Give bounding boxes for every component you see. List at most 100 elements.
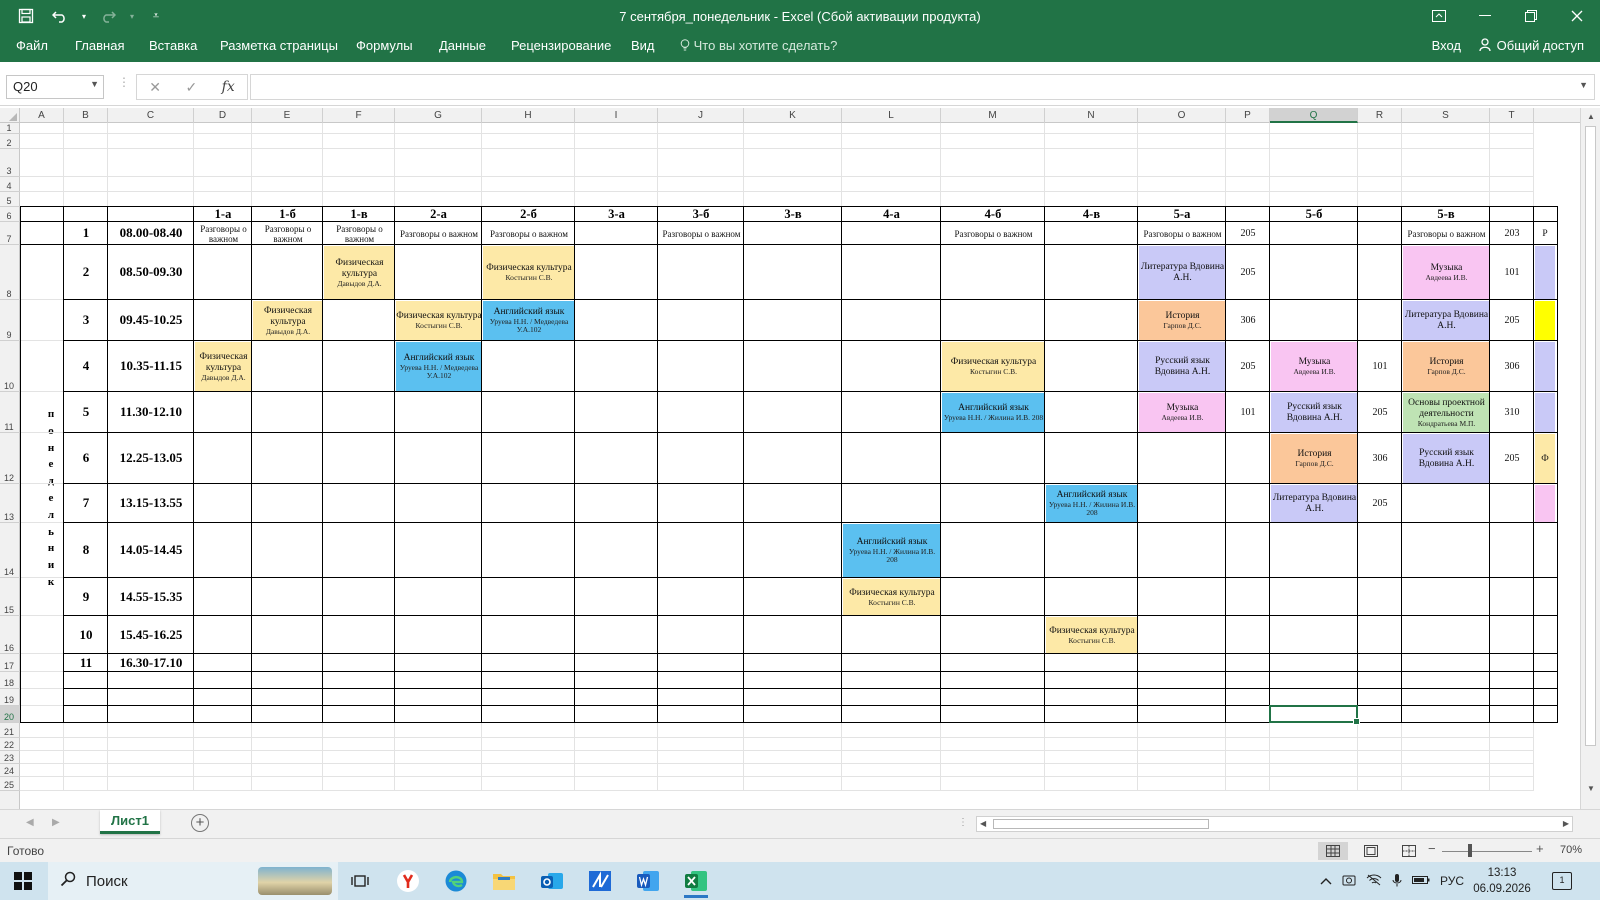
tab-file[interactable]: Файл: [16, 38, 48, 53]
lesson-cell[interactable]: Разговоры о важном: [1139, 223, 1226, 245]
scroll-down-icon[interactable]: ▼: [1581, 784, 1600, 793]
zoom-track[interactable]: [1442, 851, 1532, 852]
formula-input[interactable]: ▼: [250, 74, 1595, 100]
zoom-out-icon[interactable]: −: [1428, 841, 1436, 856]
lesson-cell[interactable]: Литература Вдовина А.Н.: [1271, 485, 1358, 523]
row-header-16[interactable]: 16: [0, 616, 20, 654]
edge-cell[interactable]: Ф: [1535, 434, 1555, 484]
lesson-cell[interactable]: Физическая культура Костыгин С.В.: [396, 301, 482, 341]
battery-icon[interactable]: [1412, 874, 1430, 888]
column-header-a[interactable]: A: [20, 108, 64, 123]
lesson-cell[interactable]: Музыка Авдеева И.В.: [1403, 246, 1490, 300]
lesson-cell[interactable]: Английский язык Уруева Н.Н. / Жилина И.В.…: [843, 524, 941, 578]
scroll-right-icon[interactable]: ▶: [1563, 817, 1569, 831]
edge-cell[interactable]: [1535, 485, 1555, 523]
column-header-m[interactable]: M: [941, 108, 1045, 123]
column-header-d[interactable]: D: [194, 108, 252, 123]
row-header-3[interactable]: 3: [0, 149, 20, 177]
restore-icon[interactable]: [1508, 0, 1554, 32]
edge-cell[interactable]: [1535, 393, 1555, 433]
edge-cell[interactable]: [1535, 301, 1555, 341]
column-header-f[interactable]: F: [323, 108, 395, 123]
normal-view-icon[interactable]: [1318, 842, 1348, 860]
lesson-cell[interactable]: Физическая культура Костыгин С.В.: [1046, 617, 1138, 654]
split-handle-icon[interactable]: ⋮: [958, 817, 968, 828]
row-header-1[interactable]: 1: [0, 123, 20, 134]
column-header-r[interactable]: R: [1358, 108, 1402, 123]
page-break-icon[interactable]: [1394, 842, 1424, 860]
row-header-14[interactable]: 14: [0, 523, 20, 578]
row-header-25[interactable]: 25: [0, 777, 20, 791]
outlook-icon[interactable]: [532, 866, 572, 896]
room-number[interactable]: 205: [1490, 300, 1534, 341]
lesson-cell[interactable]: Физическая культура Костыгин С.В.: [843, 579, 941, 616]
file-explorer-icon[interactable]: [484, 866, 524, 896]
cancel-icon[interactable]: ✕: [149, 79, 161, 96]
lesson-cell[interactable]: Английский язык Уруева Н.Н. / Медведева У…: [483, 301, 575, 341]
lesson-cell[interactable]: Физическая культура Давыдов Д.А.: [324, 246, 395, 300]
lesson-cell[interactable]: Основы проектной деятельности Кондратьева…: [1403, 393, 1490, 433]
column-header-i[interactable]: I: [575, 108, 658, 123]
room-number[interactable]: 205: [1358, 392, 1402, 433]
row-header-20[interactable]: 20: [0, 706, 20, 723]
zoom-in-icon[interactable]: +: [1536, 841, 1544, 856]
zoom-slider[interactable]: − +: [1428, 841, 1548, 859]
tab-review[interactable]: Рецензирование: [511, 38, 611, 53]
row-header-15[interactable]: 15: [0, 578, 20, 616]
row-header-13[interactable]: 13: [0, 484, 20, 523]
taskbar-search[interactable]: Поиск: [48, 862, 338, 900]
lesson-cell[interactable]: Русский язык Вдовина А.Н.: [1139, 342, 1226, 392]
lesson-cell[interactable]: Английский язык Уруева Н.Н. / Медведева У…: [396, 342, 482, 392]
column-header-t[interactable]: T: [1490, 108, 1534, 123]
lesson-cell[interactable]: Физическая культура Костыгин С.В.: [942, 342, 1045, 392]
network-off-icon[interactable]: [1366, 874, 1382, 889]
row-header-6[interactable]: 6: [0, 207, 20, 222]
row-header-11[interactable]: 11: [0, 392, 20, 433]
room-number[interactable]: 205: [1226, 222, 1270, 245]
lesson-cell[interactable]: Разговоры о важном: [483, 223, 575, 245]
tab-view[interactable]: Вид: [631, 38, 655, 53]
tab-data[interactable]: Данные: [439, 38, 486, 53]
lesson-cell[interactable]: История Гарпов Д.С.: [1403, 342, 1490, 392]
room-number[interactable]: 205: [1226, 245, 1270, 300]
row-header-5[interactable]: 5: [0, 192, 20, 207]
row-header-19[interactable]: 19: [0, 689, 20, 706]
tray-chevron-up-icon[interactable]: [1320, 874, 1332, 888]
lesson-cell[interactable]: Разговоры о важном: [942, 223, 1045, 245]
lesson-cell[interactable]: Русский язык Вдовина А.Н.: [1403, 434, 1490, 484]
tell-me-search[interactable]: Что вы хотите сделать?: [680, 38, 837, 53]
lesson-cell[interactable]: Разговоры о важном: [195, 223, 252, 245]
insert-function-icon[interactable]: fx: [222, 79, 235, 95]
signin-link[interactable]: Вход: [1432, 38, 1461, 53]
app-icon[interactable]: [580, 866, 620, 896]
clock[interactable]: 13:13 06.09.2026: [1472, 865, 1532, 897]
lesson-cell[interactable]: Физическая культура Костыгин С.В.: [483, 246, 575, 300]
room-number[interactable]: 205: [1490, 433, 1534, 484]
name-box[interactable]: Q20 ▼: [6, 75, 104, 99]
room-number[interactable]: 306: [1490, 341, 1534, 392]
edge-cell[interactable]: [1535, 246, 1555, 300]
column-header-c[interactable]: C: [108, 108, 194, 123]
notification-icon[interactable]: 1: [1552, 872, 1572, 890]
column-header-h[interactable]: H: [482, 108, 575, 123]
edge-cell[interactable]: [1535, 342, 1555, 392]
lesson-cell[interactable]: Разговоры о важном: [396, 223, 482, 245]
row-header-21[interactable]: 21: [0, 723, 20, 738]
vertical-scrollbar[interactable]: ▲ ▼: [1580, 108, 1600, 809]
close-icon[interactable]: [1554, 0, 1600, 32]
edge-cell[interactable]: Р: [1535, 223, 1555, 245]
row-header-4[interactable]: 4: [0, 177, 20, 192]
room-number[interactable]: 205: [1358, 484, 1402, 523]
column-header-l[interactable]: L: [842, 108, 941, 123]
room-number[interactable]: 101: [1490, 245, 1534, 300]
row-header-7[interactable]: 7: [0, 222, 20, 245]
lesson-cell[interactable]: Физическая культура Давыдов Д.А.: [195, 342, 252, 392]
column-header-b[interactable]: B: [64, 108, 108, 123]
lesson-cell[interactable]: Музыка Авдеева И.В.: [1271, 342, 1358, 392]
scroll-left-icon[interactable]: ◀: [980, 817, 986, 831]
lesson-cell[interactable]: Разговоры о важном: [1403, 223, 1490, 245]
lesson-cell[interactable]: Английский язык Уруева Н.Н. / Жилина И.В.…: [1046, 485, 1138, 523]
room-number[interactable]: 306: [1358, 433, 1402, 484]
camera-icon[interactable]: [1342, 874, 1356, 889]
tab-formulas[interactable]: Формулы: [356, 38, 413, 53]
